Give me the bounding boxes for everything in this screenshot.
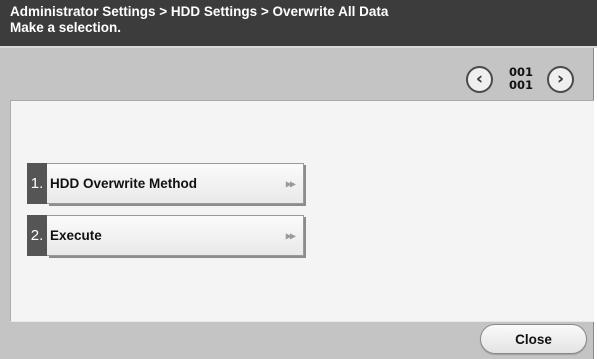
- menu-list: 1. HDD Overwrite Method ▶▶ 2. Execute ▶▶: [10, 100, 594, 322]
- chevron-left-icon: ‹: [475, 69, 483, 89]
- execute-button[interactable]: Execute ▶▶: [47, 215, 304, 256]
- chevron-right-icon: ›: [556, 69, 564, 89]
- title-bar: Administrator Settings > HDD Settings > …: [0, 0, 597, 46]
- hdd-overwrite-method-button[interactable]: HDD Overwrite Method ▶▶: [47, 163, 304, 204]
- item-label: Execute: [50, 228, 102, 243]
- pagination-bar: ‹ 001 001 ›: [0, 58, 594, 101]
- menu-item-execute[interactable]: 2. Execute ▶▶: [27, 215, 304, 256]
- item-label: HDD Overwrite Method: [50, 176, 198, 191]
- breadcrumb: Administrator Settings > HDD Settings > …: [10, 4, 389, 19]
- menu-item-hdd-overwrite-method[interactable]: 1. HDD Overwrite Method ▶▶: [27, 163, 304, 204]
- double-arrow-right-icon: ▶▶: [285, 231, 296, 240]
- close-button[interactable]: Close: [480, 324, 587, 354]
- item-number: 1.: [27, 163, 47, 204]
- previous-page-button[interactable]: ‹: [466, 66, 493, 93]
- page-counter: 001 001: [502, 66, 540, 92]
- next-page-button[interactable]: ›: [547, 66, 574, 93]
- instruction-text: Make a selection.: [10, 20, 122, 35]
- content-area: ‹ 001 001 › 1. HDD Overwrite Method ▶▶ 2…: [0, 48, 594, 359]
- total-pages: 001: [508, 78, 533, 92]
- double-arrow-right-icon: ▶▶: [285, 179, 296, 188]
- item-number: 2.: [27, 215, 47, 256]
- overwrite-all-data-screen: Administrator Settings > HDD Settings > …: [0, 0, 597, 359]
